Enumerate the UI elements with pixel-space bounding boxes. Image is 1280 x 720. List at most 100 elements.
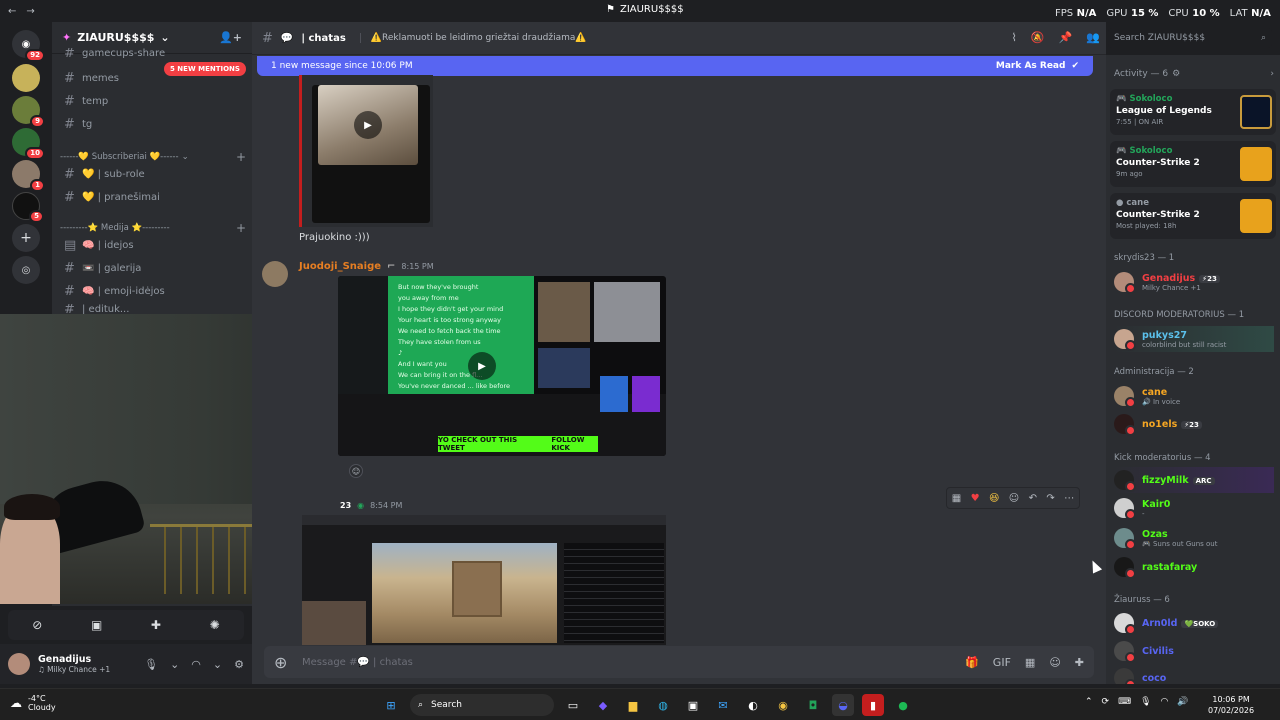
- screen-share-icon[interactable]: ▣: [91, 618, 102, 632]
- activities-icon[interactable]: ✚: [151, 618, 161, 632]
- member-item[interactable]: Civilis: [1114, 638, 1274, 664]
- steam-icon[interactable]: ◐: [742, 694, 764, 716]
- invite-icon[interactable]: 👤+: [219, 31, 242, 44]
- mark-as-read-button[interactable]: Mark As Read ✔: [996, 61, 1079, 71]
- add-reaction-icon[interactable]: ☺: [1009, 493, 1019, 504]
- member-list-icon[interactable]: 👥: [1086, 31, 1100, 44]
- discord-icon[interactable]: ◒: [832, 694, 854, 716]
- search-input[interactable]: Search ZIAURU$$$$ ⌕: [1108, 28, 1272, 48]
- copilot-icon[interactable]: ◆: [592, 694, 614, 716]
- gif-icon[interactable]: GIF: [993, 656, 1011, 669]
- store-icon[interactable]: ▣: [682, 694, 704, 716]
- channel-topic[interactable]: ⚠️Reklamuoti be leidimo griežtai draudži…: [359, 33, 587, 43]
- edge-icon[interactable]: ◍: [652, 694, 674, 716]
- headphones-icon[interactable]: ◠: [191, 658, 201, 671]
- channel-pranesimai[interactable]: # 💛 | pranešimai: [60, 187, 246, 207]
- message-composer[interactable]: ⊕ Message #💬 | chatas 🎁 GIF ▦ ☺ ✚: [264, 646, 1094, 678]
- taskbar-search[interactable]: ⌕ Search: [410, 694, 554, 716]
- channel-idejos[interactable]: ▤ 🧠 | idejos: [60, 235, 246, 255]
- screenshot-attachment[interactable]: [302, 515, 666, 645]
- stream-screenshot[interactable]: But now they've brought you away from me…: [338, 276, 666, 456]
- add-channel-icon[interactable]: +: [236, 150, 246, 164]
- server-icon-3[interactable]: 10: [12, 128, 45, 160]
- chevron-down-icon[interactable]: ⌄: [213, 658, 222, 671]
- channel-gamecups[interactable]: # gamecups-share: [60, 48, 246, 58]
- heart-reaction-icon[interactable]: ♥: [971, 493, 980, 504]
- add-server-icon[interactable]: +: [12, 224, 40, 252]
- member-item[interactable]: Kair0-: [1114, 495, 1274, 521]
- channel-emoji-idejos[interactable]: # 🧠 | emoji-idėjos: [60, 281, 246, 301]
- activity-card[interactable]: 🎮 Sokoloco League of Legends 7:55 | ON A…: [1110, 89, 1276, 135]
- home-button[interactable]: ◉ 92: [12, 30, 45, 62]
- category-subscriberiai[interactable]: ------💛 Subscriberiai 💛------ ⌄ +: [60, 150, 246, 164]
- activity-card[interactable]: 🎮 Sokoloco Counter-Strike 2 9m ago: [1110, 141, 1276, 187]
- task-view-icon[interactable]: ▭: [562, 694, 584, 716]
- spotify-icon[interactable]: ●: [892, 694, 914, 716]
- upload-plus-icon[interactable]: ⊕: [274, 653, 290, 672]
- gear-icon[interactable]: ⚙: [234, 658, 244, 671]
- chevron-right-icon[interactable]: ›: [1270, 69, 1274, 79]
- forward-icon[interactable]: ↷: [1046, 493, 1054, 504]
- new-mentions-pill[interactable]: 5 NEW MENTIONS: [164, 62, 246, 76]
- server-icon-1[interactable]: [12, 64, 40, 92]
- play-icon[interactable]: ▶: [354, 111, 382, 139]
- apps-icon[interactable]: ✚: [1075, 656, 1084, 669]
- channel-galerija[interactable]: # 📼 | galerija: [60, 258, 246, 278]
- new-messages-bar[interactable]: 1 new message since 10:06 PM Mark As Rea…: [257, 56, 1093, 76]
- volume-icon[interactable]: 🔊: [1177, 697, 1188, 707]
- category-medija[interactable]: ---------⭐ Medija ⭐--------- +: [60, 221, 246, 235]
- activity-header[interactable]: Activity — 6 ⚙ ›: [1114, 69, 1274, 79]
- file-explorer-icon[interactable]: ▆: [622, 694, 644, 716]
- play-icon[interactable]: ▶: [468, 352, 496, 380]
- laugh-reaction-icon[interactable]: 😆: [989, 493, 999, 504]
- channel-editukai[interactable]: # | edituk...: [60, 304, 246, 314]
- sticker-icon[interactable]: ▦: [952, 493, 961, 504]
- chevron-up-icon[interactable]: ⌃: [1085, 697, 1093, 707]
- member-item[interactable]: coco: [1114, 665, 1274, 684]
- microphone-icon[interactable]: 🎙: [1140, 697, 1151, 707]
- streaming-app-icon[interactable]: ▮: [862, 694, 884, 716]
- clock[interactable]: 10:06 PM 07/02/2026: [1208, 694, 1254, 716]
- gear-icon[interactable]: ⚙: [1172, 69, 1180, 79]
- emoji-icon[interactable]: ☺: [1049, 656, 1060, 669]
- reply-icon[interactable]: ↶: [1029, 493, 1037, 504]
- member-item[interactable]: Ozas 🎮 Suns out Guns out: [1114, 525, 1274, 551]
- pin-icon[interactable]: 📌: [1059, 31, 1073, 44]
- member-item[interactable]: Arn0ld 💚SOKO: [1114, 610, 1274, 636]
- user-info[interactable]: Genadijus ♫ Milky Chance +1: [38, 654, 110, 674]
- message-author[interactable]: Juodoji_Snaige: [299, 261, 381, 272]
- camera-off-icon[interactable]: ⊘: [32, 618, 42, 632]
- notifications-off-icon[interactable]: 🔕: [1031, 31, 1045, 44]
- member-item[interactable]: cane 🔊 In voice: [1114, 383, 1274, 409]
- discover-icon[interactable]: ◎: [12, 256, 40, 284]
- forward-icon[interactable]: →: [26, 6, 34, 17]
- mail-icon[interactable]: ✉: [712, 694, 734, 716]
- member-item[interactable]: pukys27 colorblind but still racist: [1114, 326, 1274, 352]
- add-reaction-icon[interactable]: ☺: [349, 464, 363, 478]
- back-icon[interactable]: ←: [8, 6, 16, 17]
- whatsapp-icon[interactable]: ◘: [802, 694, 824, 716]
- server-icon-2[interactable]: 9: [12, 96, 45, 128]
- channel-tg[interactable]: # tg: [60, 114, 246, 134]
- more-icon[interactable]: ⋯: [1064, 493, 1074, 504]
- sync-icon[interactable]: ⟳: [1102, 697, 1110, 707]
- member-item[interactable]: rastafaray: [1114, 554, 1274, 580]
- chevron-down-icon[interactable]: ⌄: [170, 658, 179, 671]
- microphone-icon[interactable]: 🎙: [144, 658, 158, 671]
- soundboard-icon[interactable]: ✺: [210, 618, 220, 632]
- avatar[interactable]: [262, 261, 288, 287]
- activity-card[interactable]: ● cane Counter-Strike 2 Most played: 18h: [1110, 193, 1276, 239]
- member-item[interactable]: Genadijus ⚡23 Milky Chance +1: [1114, 269, 1274, 295]
- server-icon-ziauru[interactable]: 5: [12, 192, 44, 223]
- add-channel-icon[interactable]: +: [236, 221, 246, 235]
- threads-icon[interactable]: ⌇: [1012, 31, 1017, 44]
- channel-sub-role[interactable]: # 💛 | sub-role: [60, 164, 246, 184]
- wifi-icon[interactable]: ◠: [1161, 697, 1169, 707]
- avatar[interactable]: [8, 653, 30, 675]
- gift-icon[interactable]: 🎁: [965, 656, 979, 669]
- keyboard-icon[interactable]: ⌨: [1118, 697, 1131, 707]
- start-icon[interactable]: ⊞: [380, 694, 402, 716]
- server-icon-4[interactable]: 1: [12, 160, 45, 192]
- video-embed[interactable]: ▶: [299, 75, 433, 227]
- channel-temp[interactable]: # temp: [60, 91, 246, 111]
